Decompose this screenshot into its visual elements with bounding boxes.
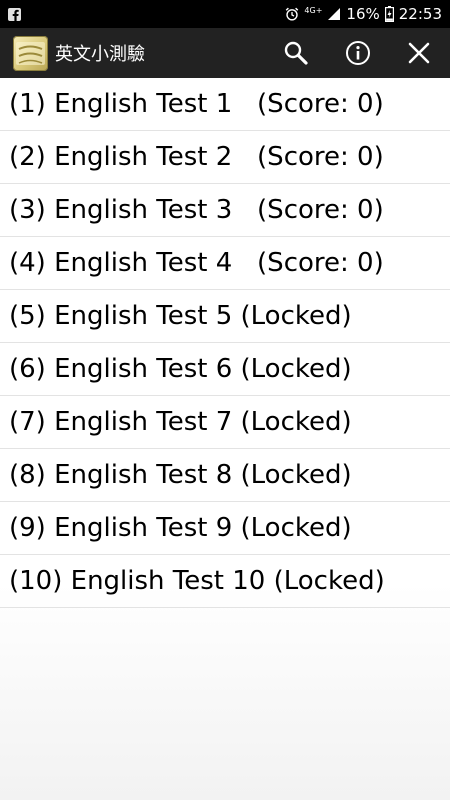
- test-item-2[interactable]: (2) English Test 2 (Score: 0): [0, 131, 450, 184]
- info-icon[interactable]: [342, 37, 374, 69]
- network-type-label: 4G+: [304, 6, 323, 15]
- test-item-4[interactable]: (4) English Test 4 (Score: 0): [0, 237, 450, 290]
- test-item-3[interactable]: (3) English Test 3 (Score: 0): [0, 184, 450, 237]
- close-icon[interactable]: [403, 37, 435, 69]
- clock-time: 22:53: [398, 5, 442, 23]
- facebook-notification-icon: [8, 7, 21, 21]
- alarm-icon: [285, 7, 299, 21]
- test-item-6[interactable]: (6) English Test 6 (Locked): [0, 343, 450, 396]
- test-item-8[interactable]: (8) English Test 8 (Locked): [0, 449, 450, 502]
- battery-charging-icon: [384, 6, 394, 22]
- test-item-5[interactable]: (5) English Test 5 (Locked): [0, 290, 450, 343]
- search-icon[interactable]: [280, 37, 312, 69]
- signal-icon: [327, 7, 341, 21]
- app-title: 英文小測驗: [55, 44, 145, 65]
- test-list: (1) English Test 1 (Score: 0) (2) Englis…: [0, 78, 450, 800]
- test-item-10[interactable]: (10) English Test 10 (Locked): [0, 555, 450, 608]
- app-bar: 英文小測驗: [0, 28, 450, 78]
- status-bar: 4G+ 16% 22:53: [0, 0, 450, 28]
- test-item-7[interactable]: (7) English Test 7 (Locked): [0, 396, 450, 449]
- test-item-1[interactable]: (1) English Test 1 (Score: 0): [0, 78, 450, 131]
- battery-percent: 16%: [346, 5, 380, 23]
- app-logo: [13, 35, 48, 71]
- test-item-9[interactable]: (9) English Test 9 (Locked): [0, 502, 450, 555]
